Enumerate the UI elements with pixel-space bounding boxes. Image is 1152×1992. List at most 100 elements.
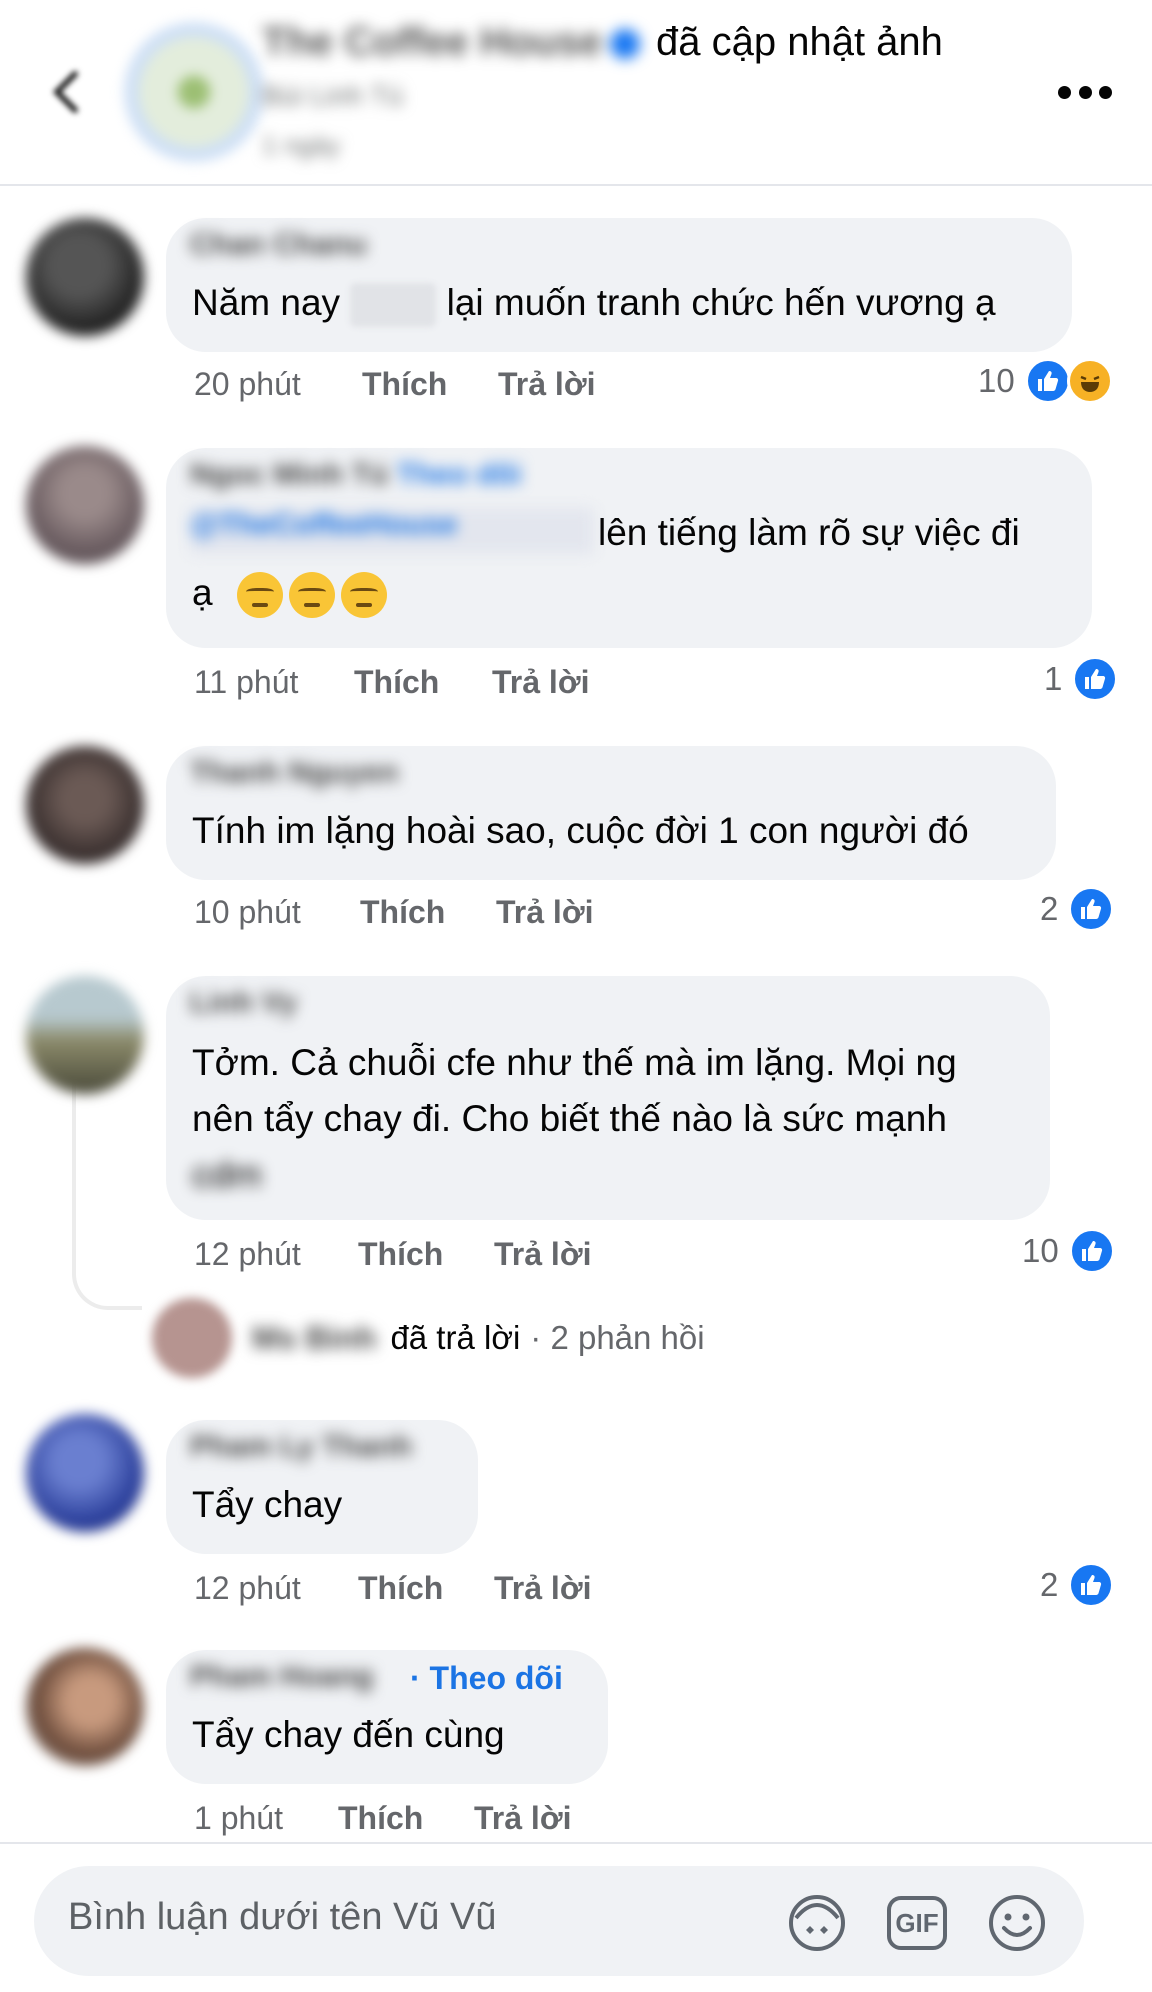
- reaction-count: 2: [1040, 890, 1059, 927]
- smiley-icon: [989, 1895, 1045, 1951]
- comment-text: ạ: [192, 564, 393, 621]
- comment-meta: 12 phút Thích Trả lời: [194, 1570, 591, 1607]
- comment-mention[interactable]: @TheCoffeeHouse: [190, 508, 594, 554]
- like-reaction-icon: [1068, 1228, 1115, 1274]
- page-avatar[interactable]: [124, 22, 264, 162]
- reply-summary-text: đã trả lời: [390, 1319, 521, 1356]
- comment-bubble: Pham Hoang · Theo dõi Tẩy chay đến cùng: [166, 1650, 608, 1784]
- page-name[interactable]: The Coffee House: [262, 20, 641, 65]
- haha-reaction-icon: [1066, 358, 1113, 404]
- unamused-emoji-icon: [288, 572, 335, 619]
- comment-bubble: Chan Chanu Năm nay lại muốn tranh chức h…: [166, 218, 1072, 352]
- comment-text: Tính im lặng hoài sao, cuộc đời 1 con ng…: [192, 810, 969, 851]
- reaction-count: 1: [1044, 660, 1063, 697]
- comment-text: Tẩy chay: [192, 1484, 343, 1525]
- like-reaction-icon: [1068, 886, 1115, 932]
- header-timestamp: 1 ngày: [262, 130, 341, 160]
- comment-text: Tẩy chay đến cùng: [192, 1714, 505, 1755]
- comment-meta: 1 phút Thích Trả lời: [194, 1800, 571, 1837]
- comment-text: nên tẩy chay đi. Cho biết thế nào là sức…: [192, 1098, 947, 1139]
- header-subtitle: Bùi Linh Tú: [262, 80, 404, 111]
- avatar: [152, 1298, 232, 1378]
- comment-meta: 20 phút Thích Trả lời: [194, 366, 595, 403]
- avatar[interactable]: [26, 1648, 144, 1766]
- comment-author[interactable]: Pham Ly Thanh: [190, 1430, 412, 1464]
- reaction-summary[interactable]: 2: [1040, 886, 1115, 932]
- comment-text: cdm: [192, 1154, 262, 1195]
- unamused-emoji-icon: [340, 572, 387, 619]
- header-action-text: đã cập nhật ảnh: [656, 20, 943, 64]
- comment-author[interactable]: Ngoc Minh Tú Theo dõi: [190, 458, 522, 492]
- comment-input[interactable]: Bình luận dưới tên Vũ Vũ GIF: [34, 1866, 1084, 1976]
- reaction-count: 10: [978, 362, 1015, 399]
- like-action[interactable]: Thích: [358, 1570, 443, 1607]
- reply-author: Ms Binh: [252, 1319, 377, 1356]
- follow-link[interactable]: · Theo dõi: [410, 1660, 563, 1697]
- reply-action[interactable]: Trả lời: [498, 366, 595, 403]
- more-options-button[interactable]: [1058, 80, 1112, 104]
- like-reaction-icon: [1024, 358, 1071, 404]
- avatar[interactable]: [26, 746, 144, 864]
- reply-action[interactable]: Trả lời: [492, 664, 589, 701]
- post-header: The Coffee House đã cập nhật ảnh Bùi Lin…: [0, 0, 1152, 186]
- like-action[interactable]: Thích: [354, 664, 439, 701]
- comment-bubble: Ngoc Minh Tú Theo dõi @TheCoffeeHouse lê…: [166, 448, 1092, 648]
- comment-meta: 10 phút Thích Trả lời: [194, 894, 593, 931]
- gif-button[interactable]: GIF: [884, 1890, 950, 1956]
- like-action[interactable]: Thích: [358, 1236, 443, 1273]
- comment-author[interactable]: Thanh Nguyen: [190, 756, 398, 790]
- gif-icon: GIF: [887, 1896, 947, 1950]
- avatar[interactable]: [26, 1414, 144, 1532]
- comment-bubble: Pham Ly Thanh Tẩy chay: [166, 1420, 478, 1554]
- comment-author[interactable]: Chan Chanu: [190, 228, 367, 262]
- reply-action[interactable]: Trả lời: [494, 1570, 591, 1607]
- blurred-mention: [350, 283, 437, 328]
- chevron-left-icon: [52, 71, 78, 113]
- reply-action[interactable]: Trả lời: [474, 1800, 571, 1837]
- like-action[interactable]: Thích: [362, 366, 447, 403]
- comment-input-placeholder: Bình luận dưới tên Vũ Vũ: [68, 1896, 497, 1938]
- comment-meta: 11 phút Thích Trả lời: [194, 664, 589, 701]
- comment-time: 1 phút: [194, 1800, 283, 1836]
- reply-action[interactable]: Trả lời: [494, 1236, 591, 1273]
- reaction-summary[interactable]: 10: [978, 358, 1113, 404]
- reaction-summary[interactable]: 1: [1044, 656, 1119, 702]
- comment-text: Tởm. Cả chuỗi cfe như thế mà im lặng. Mọ…: [192, 1042, 957, 1083]
- reply-action[interactable]: Trả lời: [496, 894, 593, 931]
- reaction-summary[interactable]: 10: [1022, 1228, 1115, 1274]
- back-button[interactable]: [36, 62, 96, 122]
- comment-time: 12 phút: [194, 1570, 301, 1606]
- view-replies-row[interactable]: Ms Binh đã trả lời · 2 phản hồi: [152, 1298, 705, 1378]
- reaction-count: 10: [1022, 1232, 1059, 1269]
- comment-time: 20 phút: [194, 366, 301, 402]
- comment-text: lên tiếng làm rõ sự việc đi: [598, 512, 1020, 553]
- comment-time: 11 phút: [194, 664, 299, 700]
- emoji-button[interactable]: [984, 1890, 1050, 1956]
- follow-link[interactable]: Theo dõi: [397, 458, 522, 491]
- avatar-sticker-icon[interactable]: [784, 1890, 850, 1956]
- more-dot-icon: [1058, 85, 1071, 99]
- comment-text: Năm nay lại muốn tranh chức hến vương ạ: [192, 274, 996, 331]
- comment-bubble: Thanh Nguyen Tính im lặng hoài sao, cuộc…: [166, 746, 1056, 880]
- reply-count: · 2 phản hồi: [530, 1319, 705, 1356]
- like-reaction-icon: [1068, 1562, 1115, 1608]
- avatar[interactable]: [26, 218, 144, 336]
- more-dot-icon: [1078, 85, 1092, 99]
- comment-bubble: Linh Vy Tởm. Cả chuỗi cfe như thế mà im …: [166, 976, 1050, 1220]
- comment-meta: 12 phút Thích Trả lời: [194, 1236, 591, 1273]
- unamused-emoji-icon: [236, 572, 283, 619]
- like-action[interactable]: Thích: [338, 1800, 423, 1837]
- comment-time: 12 phút: [194, 1236, 301, 1272]
- avatar[interactable]: [26, 976, 144, 1094]
- avatar[interactable]: [26, 446, 144, 564]
- more-dot-icon: [1099, 85, 1112, 99]
- like-action[interactable]: Thích: [360, 894, 445, 931]
- reaction-count: 2: [1040, 1566, 1059, 1603]
- reaction-summary[interactable]: 2: [1040, 1562, 1115, 1608]
- verified-badge-icon: [610, 29, 641, 60]
- comment-time: 10 phút: [194, 894, 301, 930]
- comment-author[interactable]: Linh Vy: [190, 986, 297, 1020]
- like-reaction-icon: [1072, 656, 1119, 702]
- thread-connector-line: [72, 1060, 142, 1310]
- comment-author[interactable]: Pham Hoang: [190, 1660, 373, 1694]
